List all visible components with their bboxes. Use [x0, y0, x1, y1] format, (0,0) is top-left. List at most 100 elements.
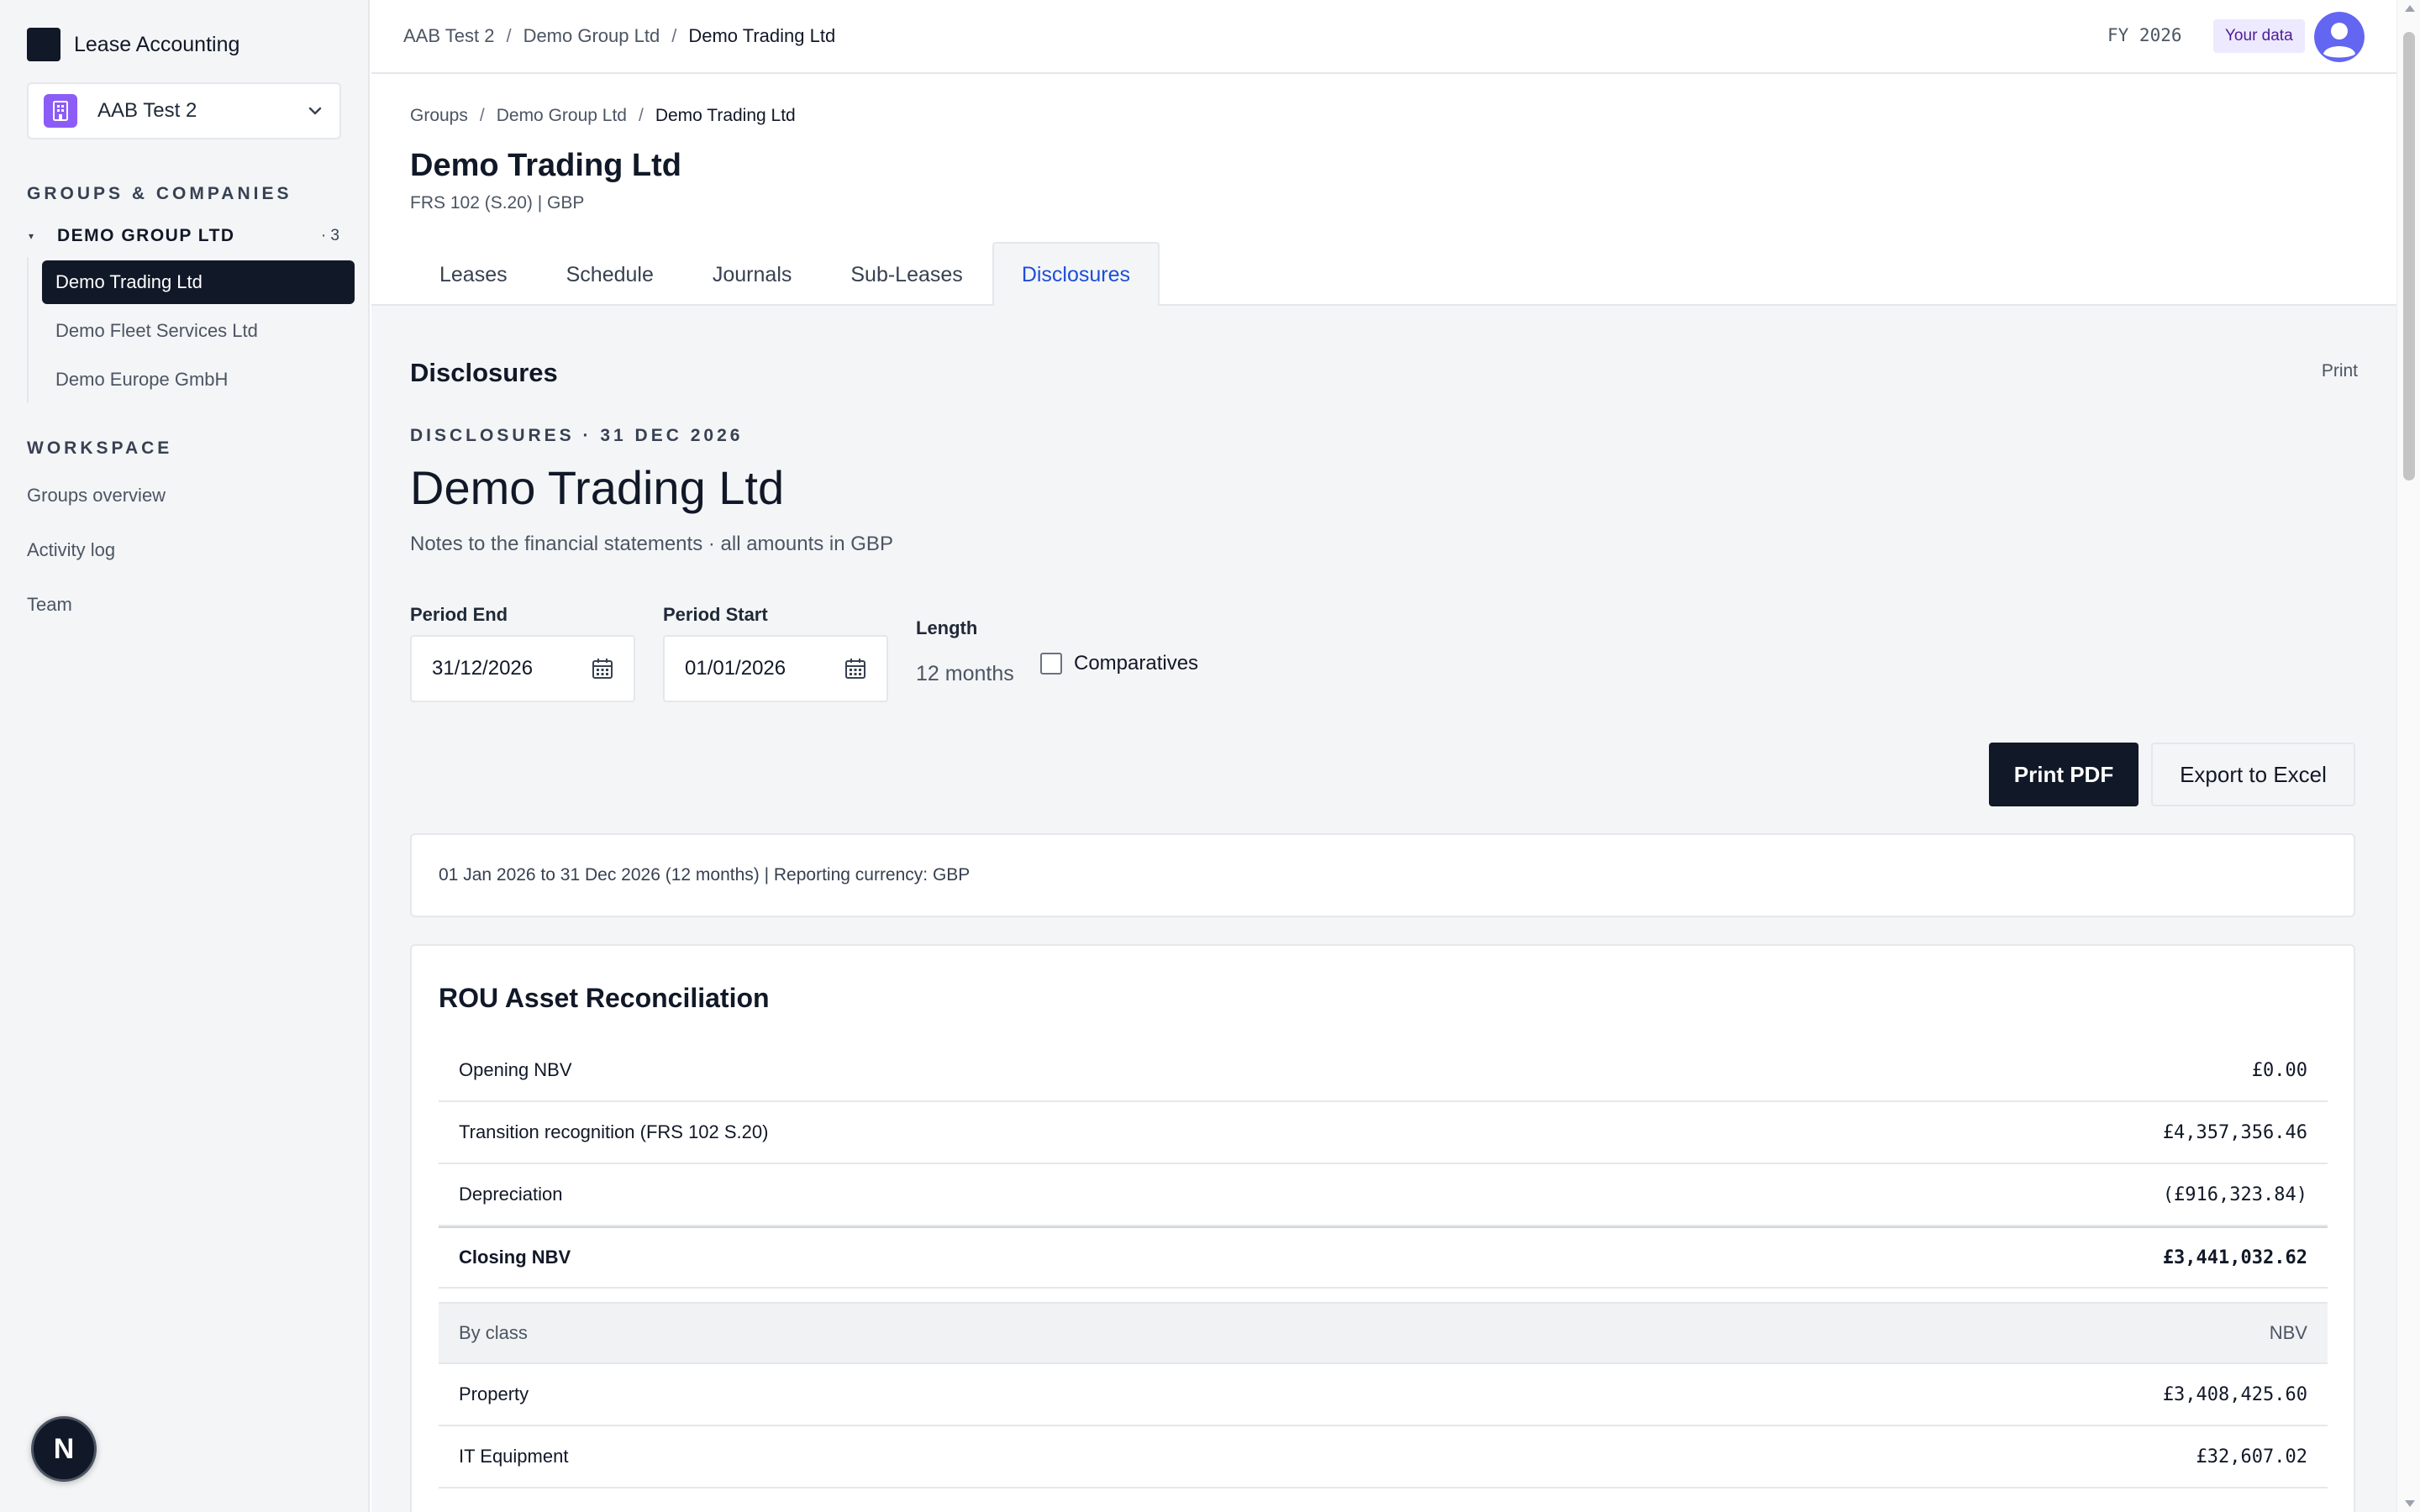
dev-badge-button[interactable]: N	[31, 1416, 97, 1482]
row-amount: £0.00	[2251, 1059, 2307, 1081]
length-label: Length	[916, 617, 978, 638]
period-end-input[interactable]: 31/12/2026	[410, 635, 635, 702]
tab-bar: Leases Schedule Journals Sub-Leases Disc…	[410, 242, 1160, 306]
your-data-badge[interactable]: Your data	[2213, 19, 2305, 53]
document-subtitle: Notes to the financial statements · all …	[410, 533, 893, 555]
total-label: Closing NBV	[459, 1247, 571, 1268]
rou-asset-card: ROU Asset Reconciliation Opening NBV £0.…	[410, 944, 2355, 1512]
brand-logo	[27, 28, 60, 61]
breadcrumb-separator: /	[479, 106, 485, 125]
comparatives-checkbox[interactable]	[1040, 653, 1062, 675]
page-title: Demo Trading Ltd	[410, 148, 681, 183]
group-name: DEMO GROUP LTD	[57, 226, 235, 245]
breadcrumb-separator: /	[638, 106, 644, 125]
row-amount: £32,607.02	[2196, 1446, 2307, 1467]
period-end-value: 31/12/2026	[432, 657, 534, 680]
tab-disclosures[interactable]: Disclosures	[992, 242, 1160, 306]
sidebar: Lease Accounting AAB Test 2 GROUPS & COM…	[0, 0, 370, 1512]
nav-team[interactable]: Team	[27, 594, 72, 616]
tree-line	[27, 257, 29, 403]
section-title: Disclosures	[410, 358, 558, 387]
table-row: Opening NBV £0.00	[439, 1040, 2328, 1102]
nav-groups-overview[interactable]: Groups overview	[27, 485, 166, 507]
class-header-row: By class NBV	[439, 1302, 2328, 1364]
period-start-input[interactable]: 01/01/2026	[663, 635, 888, 702]
topbar: AAB Test 2 / Demo Group Ltd / Demo Tradi…	[371, 0, 2396, 74]
row-label: Transition recognition (FRS 102 S.20)	[459, 1121, 769, 1142]
document-title: Demo Trading Ltd	[410, 461, 785, 514]
disclosures-eyebrow: DISCLOSURES · 31 DEC 2026	[410, 426, 744, 445]
group-count: · 3	[320, 227, 339, 244]
company-switcher[interactable]: AAB Test 2	[27, 82, 341, 139]
scroll-down-icon[interactable]	[2405, 1500, 2415, 1507]
period-end-label: Period End	[410, 604, 508, 625]
building-icon	[44, 94, 77, 128]
user-icon	[2314, 12, 2365, 62]
tab-sub-leases[interactable]: Sub-Leases	[821, 242, 992, 306]
caret-down-icon: ▾	[29, 230, 34, 242]
fiscal-year-label: FY 2026	[2107, 25, 2182, 45]
group-demo-group-ltd[interactable]: ▾ DEMO GROUP LTD · 3	[27, 223, 341, 249]
row-label: Property	[459, 1383, 529, 1404]
comparatives-label: Comparatives	[1074, 652, 1199, 675]
class-header-value: NBV	[2269, 1322, 2307, 1343]
disclosures-panel: Disclosures Print DISCLOSURES · 31 DEC 2…	[371, 306, 2396, 1512]
groups-section-label: GROUPS & COMPANIES	[27, 184, 292, 203]
card-title: ROU Asset Reconciliation	[439, 983, 770, 1013]
scrollbar[interactable]	[2396, 0, 2420, 1512]
print-link[interactable]: Print	[2322, 361, 2358, 381]
breadcrumb-item[interactable]: Demo Group Ltd	[497, 106, 627, 126]
scroll-thumb[interactable]	[2403, 32, 2415, 480]
avatar[interactable]	[2314, 12, 2365, 62]
top-breadcrumb: AAB Test 2 / Demo Group Ltd / Demo Tradi…	[403, 25, 835, 47]
brand[interactable]: Lease Accounting	[27, 28, 239, 61]
breadcrumb-item[interactable]: AAB Test 2	[403, 25, 494, 47]
row-amount: £4,357,356.46	[2162, 1121, 2307, 1143]
company-item-demo-europe[interactable]: Demo Europe GmbH	[42, 358, 355, 402]
period-start-value: 01/01/2026	[685, 657, 786, 680]
tab-schedule[interactable]: Schedule	[537, 242, 683, 306]
chevron-down-icon	[308, 107, 322, 115]
page-header: Groups / Demo Group Ltd / Demo Trading L…	[371, 76, 2396, 306]
class-header-label: By class	[459, 1322, 528, 1343]
breadcrumb-item[interactable]: Groups	[410, 106, 468, 126]
rou-reconciliation-table: Opening NBV £0.00 Transition recognition…	[439, 1040, 2328, 1488]
breadcrumb-item[interactable]: Demo Group Ltd	[523, 25, 660, 47]
comparatives-toggle[interactable]: Comparatives	[1040, 652, 1198, 675]
row-amount: (£916,323.84)	[2162, 1184, 2307, 1205]
table-row: IT Equipment £32,607.02	[439, 1426, 2328, 1488]
period-info-text: 01 Jan 2026 to 31 Dec 2026 (12 months) |…	[439, 865, 971, 885]
export-excel-button[interactable]: Export to Excel	[2151, 743, 2355, 806]
breadcrumb-separator: /	[506, 25, 512, 46]
brand-name: Lease Accounting	[74, 32, 240, 56]
tab-leases[interactable]: Leases	[410, 242, 537, 306]
row-amount: £3,408,425.60	[2162, 1383, 2307, 1405]
table-row: Transition recognition (FRS 102 S.20) £4…	[439, 1102, 2328, 1164]
tab-journals[interactable]: Journals	[683, 242, 822, 306]
period-info-box: 01 Jan 2026 to 31 Dec 2026 (12 months) |…	[410, 833, 2355, 917]
page-breadcrumb: Groups / Demo Group Ltd / Demo Trading L…	[410, 106, 796, 126]
print-pdf-button[interactable]: Print PDF	[1989, 743, 2139, 806]
row-label: IT Equipment	[459, 1446, 569, 1467]
app-root: Lease Accounting AAB Test 2 GROUPS & COM…	[0, 0, 2420, 1512]
breadcrumb-current: Demo Trading Ltd	[655, 106, 796, 125]
company-item-demo-trading[interactable]: Demo Trading Ltd	[42, 260, 355, 304]
workspace-section-label: WORKSPACE	[27, 438, 173, 458]
row-label: Depreciation	[459, 1184, 563, 1205]
row-label: Opening NBV	[459, 1059, 572, 1080]
calendar-icon[interactable]	[844, 658, 866, 680]
scroll-up-icon[interactable]	[2405, 5, 2415, 12]
total-row: Closing NBV £3,441,032.62	[439, 1226, 2328, 1289]
company-switcher-label: AAB Test 2	[97, 99, 197, 122]
table-row: Property £3,408,425.60	[439, 1364, 2328, 1426]
company-item-demo-fleet[interactable]: Demo Fleet Services Ltd	[42, 309, 355, 353]
total-amount: £3,441,032.62	[2162, 1247, 2307, 1268]
length-value: 12 months	[916, 662, 1014, 685]
breadcrumb-separator: /	[671, 25, 677, 46]
table-row: Depreciation (£916,323.84)	[439, 1164, 2328, 1226]
breadcrumb-current: Demo Trading Ltd	[688, 25, 836, 46]
page-subtitle: FRS 102 (S.20) | GBP	[410, 193, 585, 213]
calendar-icon[interactable]	[592, 658, 613, 680]
period-start-label: Period Start	[663, 604, 768, 625]
nav-activity-log[interactable]: Activity log	[27, 539, 115, 561]
